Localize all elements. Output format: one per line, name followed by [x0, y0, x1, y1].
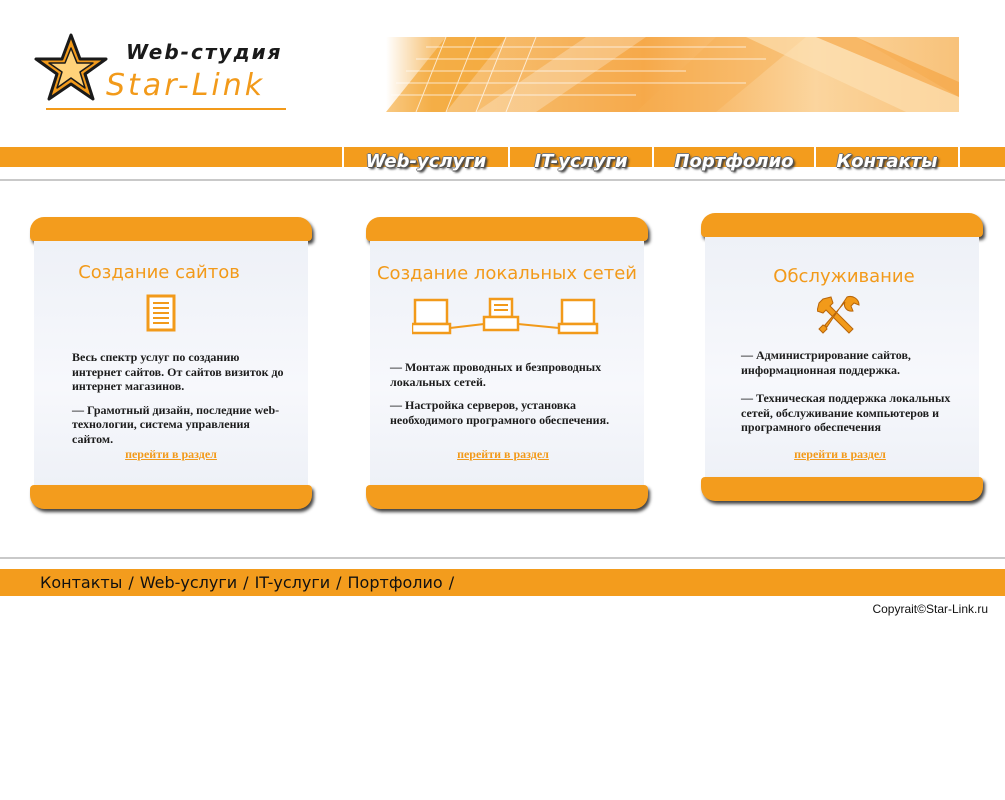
card-top-cap: [366, 217, 648, 241]
star-logo-icon: [34, 33, 108, 101]
card-text: Весь спектр услуг по созданию интернет с…: [72, 350, 292, 455]
card-paragraph: — Грамотный дизайн, последние web-технол…: [72, 402, 280, 446]
main-nav: Web-услуги IT-услуги Портфолио Контакты: [342, 147, 960, 177]
document-icon: [146, 294, 176, 332]
card-text: — Администрирование сайтов, информационн…: [741, 348, 971, 444]
footer-link-it-services[interactable]: IT-услуги: [255, 573, 331, 592]
card-networks: Создание локальных сетей — Монтаж провод…: [366, 217, 648, 509]
tools-icon: [817, 296, 860, 334]
card-paragraph: — Администрирование сайтов, информационн…: [741, 348, 911, 377]
card-top-cap: [701, 213, 983, 237]
card-bottom-cap: [366, 485, 648, 509]
logo-studio-text: Web-студия: [126, 40, 283, 64]
footer-link-contacts[interactable]: Контакты: [40, 573, 122, 592]
card-title: Обслуживание: [773, 266, 915, 287]
nav-item-web-services[interactable]: Web-услуги: [342, 147, 508, 177]
card-link[interactable]: перейти в раздел: [30, 447, 312, 462]
nav-item-label: Web-услуги: [365, 151, 487, 172]
footer-separator: /: [336, 573, 342, 592]
card-title: Создание сайтов: [78, 262, 240, 283]
card-paragraph: — Техническая поддержка локальных сетей,…: [741, 391, 951, 434]
card-bottom-cap: [30, 485, 312, 509]
card-bottom-cap: [701, 477, 983, 501]
card-text: — Монтаж проводных и безпроводных локаль…: [390, 360, 630, 436]
card-paragraph: Весь спектр услуг по созданию интернет с…: [72, 350, 284, 393]
nav-end-divider: [958, 147, 960, 177]
footer-nav: Контакты / Web-услуги / IT-услуги / Портфолио /: [40, 573, 460, 592]
footer-link-web-services[interactable]: Web-услуги: [140, 573, 237, 592]
nav-item-portfolio[interactable]: Портфолио: [652, 147, 814, 177]
footer-separator: /: [243, 573, 249, 592]
logo-name-text: Star-Link: [106, 68, 266, 103]
copyright-text: Copyrait©Star-Link.ru: [872, 602, 988, 616]
site-logo[interactable]: Web-студия Star-Link: [34, 30, 294, 112]
footer-link-portfolio[interactable]: Портфолио: [348, 573, 443, 592]
card-link[interactable]: перейти в раздел: [699, 447, 981, 462]
card-top-cap: [30, 217, 312, 241]
card-title: Создание локальных сетей: [376, 263, 637, 284]
footer-separator: /: [448, 573, 455, 592]
nav-item-contacts[interactable]: Контакты: [814, 147, 958, 177]
footer-divider: [0, 557, 1005, 559]
network-icon: [412, 297, 599, 335]
nav-item-it-services[interactable]: IT-услуги: [508, 147, 652, 177]
card-maintenance: Обслуживание — Администрирование сайтов,…: [701, 213, 983, 501]
card-paragraph: — Настройка серверов, установка необходи…: [390, 398, 610, 427]
top-divider: [0, 179, 1005, 181]
card-link[interactable]: перейти в раздел: [362, 447, 644, 462]
banner-graphic: [386, 37, 959, 112]
logo-underline: [46, 108, 286, 110]
nav-item-label: Контакты: [836, 151, 938, 172]
nav-item-label: Портфолио: [674, 151, 794, 172]
card-paragraph: — Монтаж проводных и безпроводных локаль…: [390, 360, 602, 389]
nav-item-label: IT-услуги: [534, 151, 628, 172]
footer-separator: /: [128, 573, 134, 592]
card-websites: Создание сайтов Весь спектр услуг по соз…: [30, 217, 312, 509]
header-banner: [386, 37, 959, 112]
